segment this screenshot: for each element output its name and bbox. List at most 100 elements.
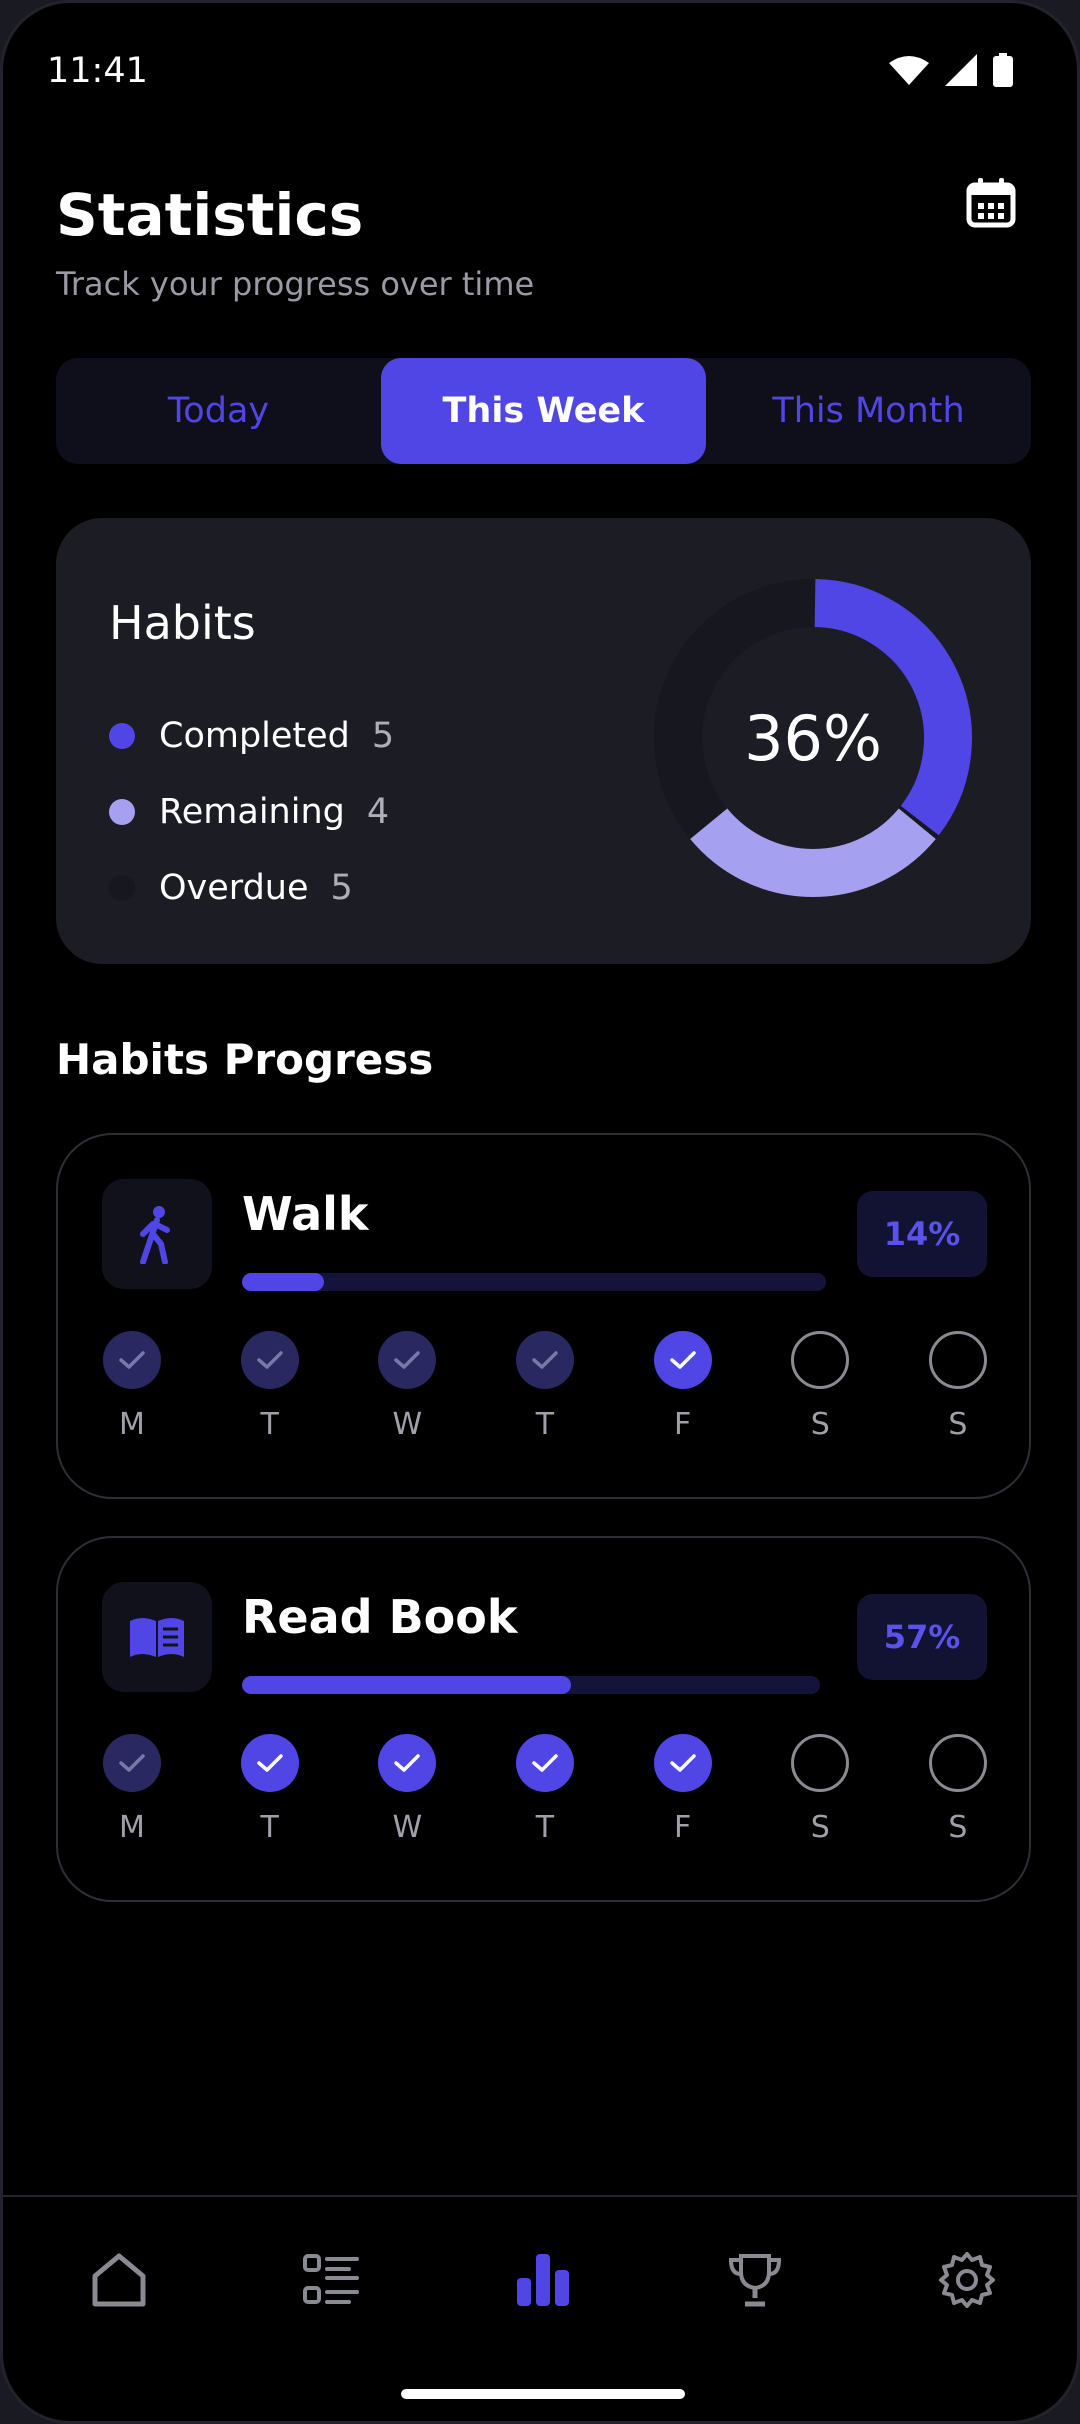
habit-name: Read Book [242,1590,518,1644]
legend-item-remaining: Remaining 4 [109,774,394,850]
phone-screen: 11:41 Statistics Track your progress ove… [0,0,1080,2424]
day-label: M [119,1407,145,1442]
tab-today[interactable]: Today [56,358,381,464]
day-label: T [260,1407,279,1442]
day-checkbox-checked[interactable] [653,1734,712,1792]
day-checkbox-checked[interactable] [515,1331,574,1389]
bar-chart-icon [517,2254,569,2306]
status-time: 11:41 [47,51,148,91]
wifi-icon [889,56,929,85]
day-label: T [535,1810,555,1845]
chart-legend: Completed 5 Remaining 4 Overdue 5 [109,698,394,926]
check-icon [669,1754,696,1772]
day-label: W [392,1810,423,1845]
check-icon [119,1754,145,1772]
check-icon [394,1754,421,1772]
day-checkbox-checked[interactable] [103,1734,161,1792]
check-icon [256,1754,283,1772]
day-label: W [392,1407,423,1442]
nav-habits[interactable] [286,2235,376,2325]
legend-label: Overdue [159,868,309,908]
day-item: T [240,1331,300,1442]
settings-gear-icon [939,2252,995,2308]
tab-this-week[interactable]: This Week [381,358,706,464]
habit-week-days: MTWTFSS [102,1734,988,1845]
legend-dot [109,799,135,825]
legend-label: Completed [159,716,350,756]
check-icon [394,1351,421,1369]
day-checkbox-checked[interactable] [240,1331,299,1389]
page-subtitle: Track your progress over time [56,265,535,303]
legend-count: 5 [371,716,395,756]
page-title: Statistics [56,181,364,249]
section-title: Habits Progress [56,1035,434,1084]
day-item: T [515,1734,575,1845]
day-item: T [240,1734,300,1845]
legend-count: 4 [366,792,390,832]
home-icon [92,2253,146,2307]
walking-person-icon [140,1206,170,1264]
legend-count: 5 [330,868,353,908]
trophy-icon [728,2254,782,2307]
day-label: T [260,1810,279,1845]
check-icon [256,1351,283,1369]
legend-label: Remaining [159,792,345,832]
nav-settings[interactable] [922,2235,1012,2325]
day-item: T [515,1331,575,1442]
day-checkbox-checked[interactable] [378,1734,437,1792]
check-icon [532,1351,558,1369]
day-item: W [377,1734,437,1845]
checklist-icon [303,2254,359,2304]
nav-statistics[interactable] [498,2235,588,2325]
day-item: S [928,1734,988,1845]
habit-percent-badge: 14% [857,1191,987,1277]
day-checkbox-checked[interactable] [653,1331,712,1389]
nav-home[interactable] [74,2235,164,2325]
day-checkbox-empty[interactable] [928,1734,987,1792]
day-item: M [102,1331,162,1442]
tab-this-month[interactable]: This Month [706,358,1031,464]
habit-icon-box [102,1582,212,1692]
legend-item-overdue: Overdue 5 [109,850,394,926]
nav-achievements[interactable] [710,2235,800,2325]
calendar-icon[interactable] [963,175,1019,231]
day-item: M [102,1734,162,1845]
day-checkbox-checked[interactable] [378,1331,437,1389]
day-item: F [653,1331,713,1442]
day-checkbox-checked[interactable] [103,1331,161,1389]
nav-divider [3,2195,1077,2197]
summary-title: Habits [109,596,256,650]
check-icon [669,1351,696,1369]
legend-item-completed: Completed 5 [109,698,394,774]
habit-card-read-book[interactable]: Read Book 57% M T W T F S S [56,1536,1031,1902]
habit-week-days: M T W T F SS [102,1331,988,1442]
home-indicator[interactable] [401,2389,685,2399]
day-label: F [673,1407,692,1442]
day-label: S [948,1810,968,1845]
day-checkbox-checked[interactable] [515,1734,574,1792]
day-checkbox-checked[interactable] [240,1734,299,1792]
day-checkbox-empty[interactable] [791,1331,850,1389]
habit-percent-badge: 57% [857,1594,987,1680]
habit-icon-box [102,1179,212,1289]
day-checkbox-empty[interactable] [928,1331,987,1389]
habit-progress-bar [242,1676,820,1694]
day-item: F [653,1734,713,1845]
habit-progress-bar [242,1273,826,1291]
day-checkbox-empty[interactable] [791,1734,850,1792]
battery-icon [993,53,1013,87]
legend-dot [109,875,135,901]
check-icon [532,1754,558,1772]
habit-progress-fill [242,1273,324,1291]
habit-name: Walk [242,1187,369,1241]
habit-progress-fill [242,1676,572,1694]
period-tabs: Today This Week This Month [56,358,1031,464]
day-item: W [377,1331,437,1442]
legend-dot [109,723,135,749]
donut-center-label: 36% [744,701,882,775]
day-item: S [790,1331,850,1442]
book-icon [130,1618,184,1657]
day-label: M [119,1810,145,1845]
day-item: S [928,1331,988,1442]
habit-card-walk[interactable]: Walk 14% M T W T F S S [56,1133,1031,1499]
